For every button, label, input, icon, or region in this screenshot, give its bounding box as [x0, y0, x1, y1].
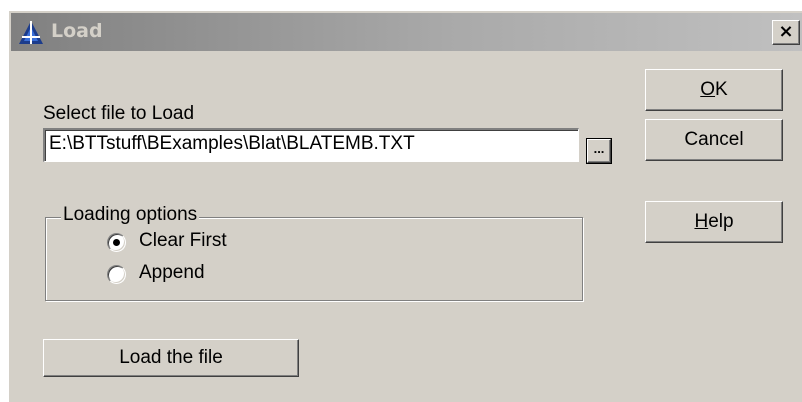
- ok-button[interactable]: OK: [645, 69, 783, 111]
- file-label: Select file to Load: [43, 103, 195, 124]
- ok-accelerator: O: [700, 79, 716, 100]
- append-label[interactable]: Append: [139, 262, 205, 284]
- help-label: elp: [708, 211, 734, 232]
- load-dialog: Load × Select file to Load E:\BTTstuff\B…: [8, 10, 802, 402]
- close-icon[interactable]: ×: [772, 20, 800, 45]
- file-path-input[interactable]: E:\BTTstuff\BExamples\Blat\BLATEMB.TXT: [43, 128, 579, 162]
- browse-button[interactable]: ...: [587, 139, 611, 163]
- load-file-button[interactable]: Load the file: [43, 339, 299, 377]
- radio-selected-dot: [113, 239, 120, 246]
- clear-first-label[interactable]: Clear First: [139, 230, 227, 252]
- loading-options-legend: Loading options: [61, 204, 200, 226]
- triangle-logo-icon: [19, 21, 43, 44]
- window-title: Load: [51, 20, 103, 42]
- cancel-button[interactable]: Cancel: [645, 119, 783, 161]
- help-button[interactable]: Help: [645, 201, 783, 243]
- title-bar[interactable]: Load ×: [11, 13, 802, 51]
- clear-first-radio[interactable]: [107, 233, 126, 252]
- loading-options-group: [45, 217, 583, 301]
- ok-label: K: [715, 79, 728, 100]
- append-radio[interactable]: [107, 265, 126, 284]
- help-accelerator: H: [694, 211, 709, 232]
